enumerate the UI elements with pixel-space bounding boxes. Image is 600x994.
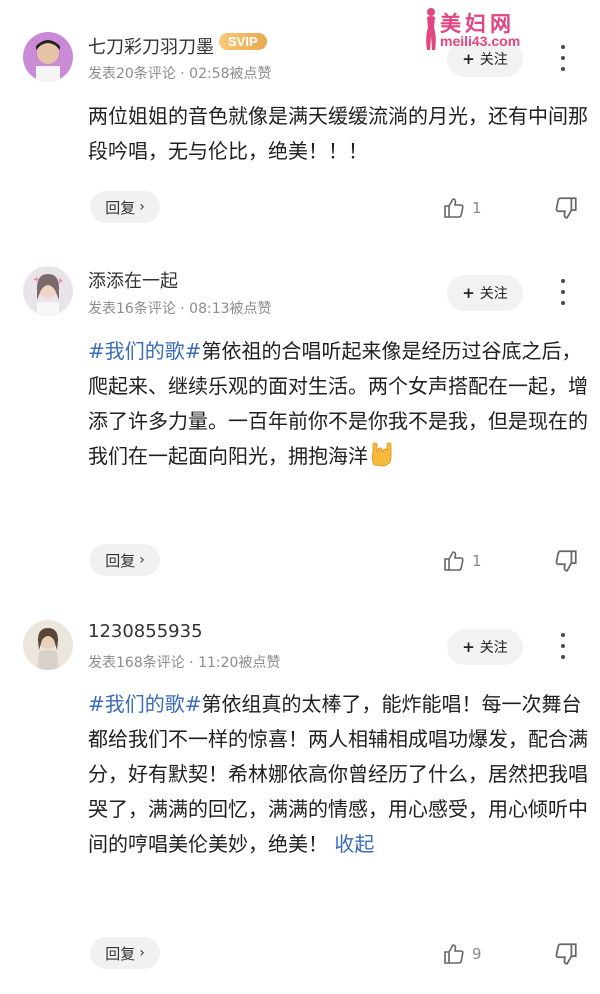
figure-logo-icon [426,8,436,50]
like-count: 1 [472,552,482,570]
watermark-url: meili43.com [440,33,521,49]
chevron-right-icon: › [139,945,145,961]
thumbs-down-icon[interactable] [553,195,579,221]
follow-button[interactable]: + 关注 [447,629,523,665]
rock-on-hand-emoji-icon [371,442,392,467]
reply-label: 回复 [105,944,136,963]
comment-text: 两位姐姐的音色就像是满天缓缓流淌的月光，还有中间那段吟唱，无与伦比，绝美！！！ [88,99,588,169]
comment-meta: 发表20条评论 · 02:58被点赞 [88,66,272,82]
comment-meta: 发表168条评论 · 11:20被点赞 [88,655,281,671]
watermark-logo: 美妇网 meili43.com [420,6,550,54]
thumbs-up-icon [444,198,464,218]
more-options-icon[interactable] [555,279,571,305]
reply-button[interactable]: 回复 › [90,544,160,576]
comment-meta: 发表16条评论 · 08:13被点赞 [88,301,272,317]
like-button[interactable]: 1 [442,548,482,574]
chevron-right-icon: › [139,552,145,568]
username[interactable]: 1230855935 [88,621,203,642]
comment-body: 两位姐姐的音色就像是满天缓缓流淌的月光，还有中间那段吟唱，无与伦比，绝美！！！ [88,104,588,163]
avatar[interactable] [23,32,73,82]
comment-text: #我们的歌#第依祖的合唱听起来像是经历过谷底之后，爬起来、继续乐观的面对生活。两… [88,334,588,474]
thumbs-up-icon [444,551,464,571]
follow-label: 关注 [479,640,508,656]
thumbs-down-icon[interactable] [553,941,579,967]
plus-icon: + [462,284,475,302]
avatar[interactable] [23,266,73,316]
username[interactable]: 七刀彩刀羽刀墨 [88,33,214,59]
username[interactable]: 添添在一起 [88,267,178,293]
more-options-icon[interactable] [555,633,571,659]
comment-text: #我们的歌#第依组真的太棒了，能炸能唱！每一次舞台都给我们不一样的惊喜！两人相辅… [88,687,588,862]
like-button[interactable]: 1 [442,195,482,221]
reply-button[interactable]: 回复 › [90,191,160,223]
collapse-link[interactable]: 收起 [334,832,374,856]
reply-button[interactable]: 回复 › [90,937,160,969]
thumbs-up-icon [444,944,464,964]
like-count: 9 [472,945,482,963]
hashtag-link[interactable]: #我们的歌# [88,339,202,363]
like-count: 1 [472,199,482,217]
follow-button[interactable]: + 关注 [447,275,523,311]
chevron-right-icon: › [139,199,145,215]
plus-icon: + [462,638,475,656]
thumbs-down-icon[interactable] [553,548,579,574]
reply-label: 回复 [105,551,136,570]
hashtag-link[interactable]: #我们的歌# [88,692,202,716]
like-button[interactable]: 9 [442,941,482,967]
avatar[interactable] [23,620,73,670]
svip-badge: SVIP [219,33,267,50]
reply-label: 回复 [105,198,136,217]
more-options-icon[interactable] [555,45,571,71]
follow-label: 关注 [479,286,508,302]
